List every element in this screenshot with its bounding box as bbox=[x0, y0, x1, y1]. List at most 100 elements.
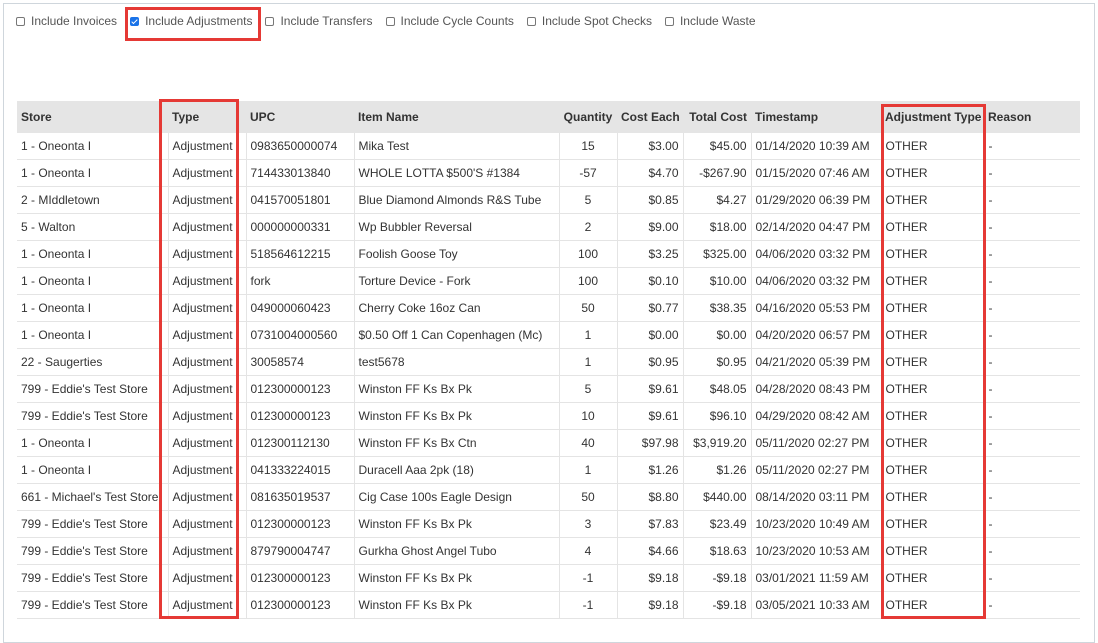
cell-upc: 012300000123 bbox=[245, 375, 354, 403]
cell-quantity: 4 bbox=[558, 537, 617, 565]
table-row[interactable]: 5 - Walton Adjustment 000000000331 Wp Bubbl… bbox=[17, 213, 1080, 241]
column-header-quantity[interactable]: Quantity bbox=[559, 101, 617, 133]
table-row[interactable]: 2 - MIddletown Adjustment 041570051801 Blue… bbox=[17, 186, 1080, 214]
cell-adjustment-type: OTHER bbox=[880, 133, 984, 160]
table-row[interactable]: 1 - Oneonta I Adjustment 714433013840 WHOLE… bbox=[17, 159, 1080, 187]
table-row[interactable]: 1 - Oneonta I Adjustment 0983650000074 Mika… bbox=[17, 133, 1080, 160]
filter-adjustments[interactable]: Include Adjustments bbox=[130, 14, 252, 28]
filter-label: Include Spot Checks bbox=[541, 14, 652, 28]
cell-store: 1 - Oneonta I bbox=[17, 267, 168, 295]
cell-type: Adjustment bbox=[167, 186, 246, 214]
cell-reason: - bbox=[983, 348, 1080, 376]
table-row[interactable]: 799 - Eddie's Test Store Adjustment 012300… bbox=[17, 510, 1080, 538]
cell-quantity: 1 bbox=[558, 348, 617, 376]
cell-store: 799 - Eddie's Test Store bbox=[17, 591, 168, 619]
cell-type: Adjustment bbox=[167, 159, 246, 187]
cell-adjustment-type: OTHER bbox=[880, 267, 984, 295]
cell-cost-each: $4.66 bbox=[616, 537, 683, 565]
cell-total-cost: $0.95 bbox=[682, 348, 751, 376]
cell-adjustment-type: OTHER bbox=[880, 321, 984, 349]
cell-total-cost: -$9.18 bbox=[682, 564, 751, 592]
table-row[interactable]: 1 - Oneonta I Adjustment 518564612215 Fooli… bbox=[17, 240, 1080, 268]
cell-adjustment-type: OTHER bbox=[880, 375, 984, 403]
table-row[interactable]: 799 - Eddie's Test Store Adjustment 012300… bbox=[17, 564, 1080, 592]
cell-total-cost: $440.00 bbox=[682, 483, 751, 511]
cell-reason: - bbox=[983, 213, 1080, 241]
cell-cost-each: $1.26 bbox=[616, 456, 683, 484]
table-row[interactable]: 799 - Eddie's Test Store Adjustment 012300… bbox=[17, 375, 1080, 403]
cell-upc: fork bbox=[245, 267, 354, 295]
table-row[interactable]: 1 - Oneonta I Adjustment 0731004000560 $0.5… bbox=[17, 321, 1080, 349]
cell-total-cost: $45.00 bbox=[682, 133, 751, 160]
column-header-cost-each[interactable]: Cost Each bbox=[617, 101, 683, 133]
checkbox[interactable] bbox=[16, 16, 25, 26]
cell-timestamp: 04/06/2020 03:32 PM bbox=[750, 267, 881, 295]
column-header-total-cost[interactable]: Total Cost bbox=[683, 101, 751, 133]
cell-store: 5 - Walton bbox=[17, 213, 168, 241]
cell-adjustment-type: OTHER bbox=[880, 186, 984, 214]
cell-timestamp: 03/01/2021 11:59 AM bbox=[750, 564, 881, 592]
cell-store: 661 - Michael's Test Store bbox=[17, 483, 168, 511]
cell-adjustment-type: OTHER bbox=[880, 240, 984, 268]
cell-total-cost: $1.26 bbox=[682, 456, 751, 484]
cell-item-name: Foolish Goose Toy bbox=[353, 240, 559, 268]
filter-transfers[interactable]: Include Transfers bbox=[265, 14, 373, 28]
table-body: 1 - Oneonta I Adjustment 0983650000074 Mika… bbox=[17, 133, 1080, 619]
column-header-type[interactable]: Type bbox=[168, 101, 246, 133]
checkbox[interactable] bbox=[385, 16, 395, 26]
cell-cost-each: $0.95 bbox=[616, 348, 683, 376]
table-row[interactable]: 799 - Eddie's Test Store Adjustment 879790… bbox=[17, 537, 1080, 565]
filter-label: Include Waste bbox=[679, 14, 756, 28]
cell-store: 799 - Eddie's Test Store bbox=[17, 537, 168, 565]
cell-type: Adjustment bbox=[167, 510, 246, 538]
cell-store: 22 - Saugerties bbox=[17, 348, 168, 376]
cell-reason: - bbox=[983, 429, 1080, 457]
table-row[interactable]: 1 - Oneonta I Adjustment 012300112130 Winst… bbox=[17, 429, 1080, 457]
cell-item-name: Winston FF Ks Bx Ctn bbox=[353, 429, 559, 457]
cell-quantity: 50 bbox=[558, 483, 617, 511]
cell-type: Adjustment bbox=[167, 564, 246, 592]
checkbox[interactable] bbox=[526, 16, 536, 26]
cell-quantity: 100 bbox=[558, 240, 617, 268]
cell-cost-each: $97.98 bbox=[616, 429, 683, 457]
table-row[interactable]: 661 - Michael's Test Store Adjustment 0816… bbox=[17, 483, 1080, 511]
cell-adjustment-type: OTHER bbox=[880, 591, 984, 619]
filter-invoices[interactable]: Include Invoices bbox=[16, 14, 117, 28]
cell-quantity: 50 bbox=[558, 294, 617, 322]
cell-item-name: Wp Bubbler Reversal bbox=[353, 213, 559, 241]
table-row[interactable]: 22 - Saugerties Adjustment 30058574 test567… bbox=[17, 348, 1080, 376]
filter-waste[interactable]: Include Waste bbox=[664, 14, 756, 28]
column-header-item-name[interactable]: Item Name bbox=[354, 101, 559, 133]
cell-timestamp: 04/28/2020 08:43 PM bbox=[750, 375, 881, 403]
column-header-timestamp[interactable]: Timestamp bbox=[751, 101, 881, 133]
table-row[interactable]: 799 - Eddie's Test Store Adjustment 012300… bbox=[17, 591, 1080, 619]
table-row[interactable]: 799 - Eddie's Test Store Adjustment 012300… bbox=[17, 402, 1080, 430]
cell-adjustment-type: OTHER bbox=[880, 159, 984, 187]
column-header-upc[interactable]: UPC bbox=[246, 101, 354, 133]
filter-cycle-counts[interactable]: Include Cycle Counts bbox=[385, 14, 514, 28]
cell-store: 1 - Oneonta I bbox=[17, 133, 168, 160]
cell-adjustment-type: OTHER bbox=[880, 510, 984, 538]
filter-spot-checks[interactable]: Include Spot Checks bbox=[526, 14, 652, 28]
table-row[interactable]: 1 - Oneonta I Adjustment 041333224015 Durac… bbox=[17, 456, 1080, 484]
table-row[interactable]: 1 - Oneonta I Adjustment fork Torture Devic… bbox=[17, 267, 1080, 295]
cell-upc: 012300000123 bbox=[245, 564, 354, 592]
checkbox[interactable] bbox=[664, 16, 674, 26]
cell-store: 1 - Oneonta I bbox=[17, 429, 168, 457]
cell-total-cost: $10.00 bbox=[682, 267, 751, 295]
column-header-reason[interactable]: Reason bbox=[984, 101, 1080, 133]
checkbox[interactable] bbox=[265, 16, 275, 26]
table-header-row: Store Type UPC Item Name Quantity Cost E… bbox=[17, 101, 1080, 133]
cell-timestamp: 01/14/2020 10:39 AM bbox=[750, 133, 881, 160]
cell-quantity: 5 bbox=[558, 375, 617, 403]
cell-total-cost: $325.00 bbox=[682, 240, 751, 268]
checkbox-checked[interactable] bbox=[130, 16, 140, 26]
column-header-store[interactable]: Store bbox=[17, 101, 168, 133]
cell-store: 1 - Oneonta I bbox=[17, 456, 168, 484]
cell-total-cost: $18.00 bbox=[682, 213, 751, 241]
cell-timestamp: 03/05/2021 10:33 AM bbox=[750, 591, 881, 619]
table-row[interactable]: 1 - Oneonta I Adjustment 049000060423 Cherr… bbox=[17, 294, 1080, 322]
cell-store: 1 - Oneonta I bbox=[17, 294, 168, 322]
column-header-adjustment-type[interactable]: Adjustment Type bbox=[881, 101, 984, 133]
filter-label: Include Transfers bbox=[280, 14, 373, 28]
